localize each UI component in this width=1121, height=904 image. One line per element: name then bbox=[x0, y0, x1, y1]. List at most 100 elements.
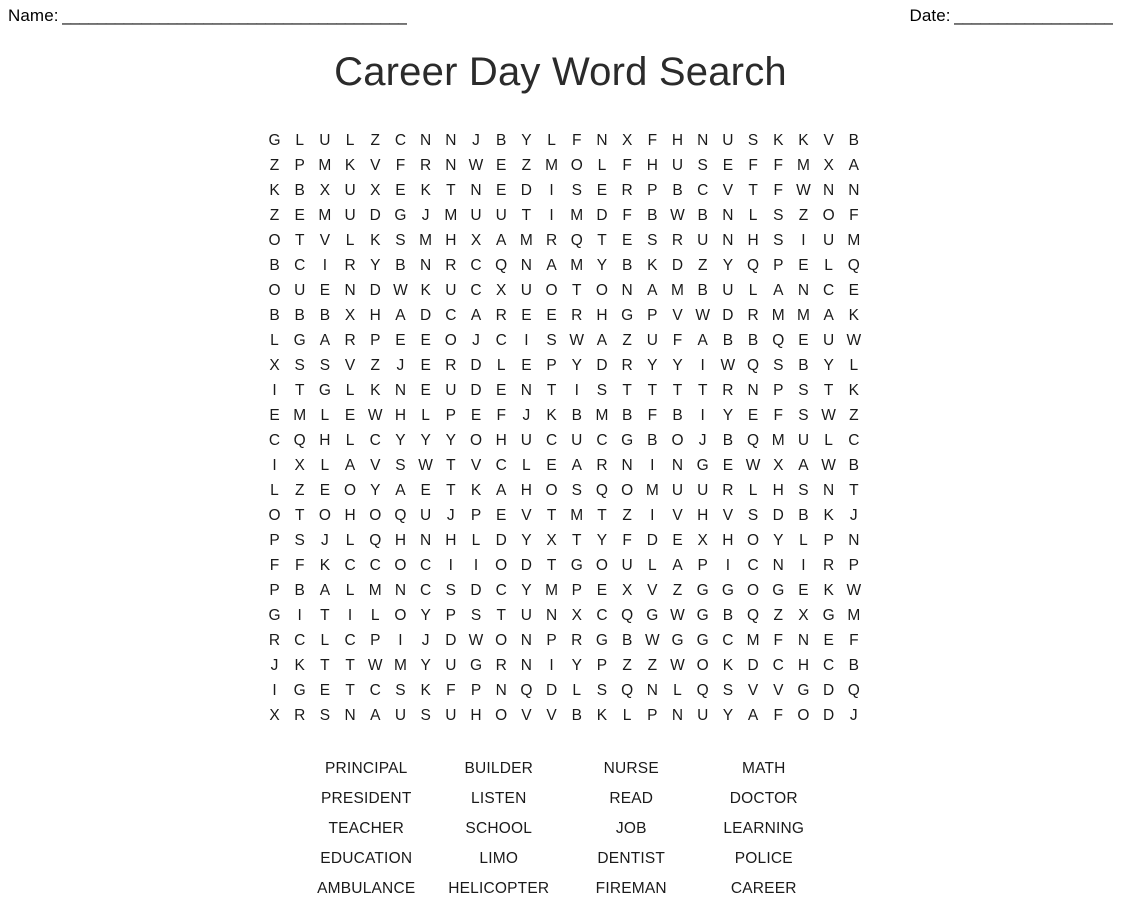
grid-cell[interactable]: O bbox=[262, 278, 287, 303]
grid-cell[interactable]: C bbox=[363, 678, 388, 703]
grid-cell[interactable]: X bbox=[262, 703, 287, 728]
grid-cell[interactable]: R bbox=[338, 253, 363, 278]
grid-cell[interactable]: R bbox=[715, 378, 740, 403]
grid-cell[interactable]: H bbox=[388, 403, 413, 428]
grid-cell[interactable]: W bbox=[388, 278, 413, 303]
grid-cell[interactable]: W bbox=[816, 403, 841, 428]
grid-cell[interactable]: H bbox=[388, 528, 413, 553]
grid-cell[interactable]: C bbox=[438, 303, 463, 328]
grid-cell[interactable]: D bbox=[464, 578, 489, 603]
grid-cell[interactable]: I bbox=[388, 628, 413, 653]
grid-cell[interactable]: E bbox=[413, 353, 438, 378]
grid-cell[interactable]: D bbox=[363, 203, 388, 228]
grid-cell[interactable]: R bbox=[615, 178, 640, 203]
grid-cell[interactable]: T bbox=[287, 228, 312, 253]
grid-cell[interactable]: T bbox=[816, 378, 841, 403]
grid-cell[interactable]: E bbox=[715, 453, 740, 478]
grid-cell[interactable]: O bbox=[665, 428, 690, 453]
grid-cell[interactable]: Y bbox=[514, 128, 539, 153]
grid-cell[interactable]: U bbox=[438, 653, 463, 678]
grid-cell[interactable]: D bbox=[514, 178, 539, 203]
grid-cell[interactable]: V bbox=[514, 703, 539, 728]
grid-cell[interactable]: U bbox=[438, 378, 463, 403]
grid-cell[interactable]: B bbox=[690, 278, 715, 303]
grid-cell[interactable]: S bbox=[766, 228, 791, 253]
grid-cell[interactable]: W bbox=[413, 453, 438, 478]
grid-cell[interactable]: N bbox=[791, 628, 816, 653]
grid-cell[interactable]: S bbox=[539, 328, 564, 353]
grid-cell[interactable]: S bbox=[438, 578, 463, 603]
grid-cell[interactable]: X bbox=[615, 128, 640, 153]
grid-cell[interactable]: U bbox=[312, 128, 337, 153]
grid-cell[interactable]: L bbox=[312, 453, 337, 478]
grid-cell[interactable]: I bbox=[312, 253, 337, 278]
grid-cell[interactable]: E bbox=[791, 328, 816, 353]
grid-cell[interactable]: C bbox=[766, 653, 791, 678]
grid-cell[interactable]: M bbox=[564, 503, 589, 528]
grid-cell[interactable]: J bbox=[388, 353, 413, 378]
grid-cell[interactable]: C bbox=[464, 253, 489, 278]
grid-cell[interactable]: Y bbox=[363, 253, 388, 278]
grid-cell[interactable]: S bbox=[589, 378, 614, 403]
grid-cell[interactable]: B bbox=[312, 303, 337, 328]
grid-cell[interactable]: Y bbox=[413, 653, 438, 678]
grid-cell[interactable]: M bbox=[438, 203, 463, 228]
grid-cell[interactable]: V bbox=[715, 178, 740, 203]
grid-cell[interactable]: U bbox=[615, 553, 640, 578]
grid-cell[interactable]: E bbox=[514, 353, 539, 378]
grid-cell[interactable]: Y bbox=[388, 428, 413, 453]
grid-cell[interactable]: L bbox=[514, 453, 539, 478]
grid-cell[interactable]: U bbox=[464, 203, 489, 228]
grid-cell[interactable]: I bbox=[564, 378, 589, 403]
grid-cell[interactable]: U bbox=[438, 278, 463, 303]
grid-cell[interactable]: Z bbox=[262, 153, 287, 178]
grid-cell[interactable]: O bbox=[690, 653, 715, 678]
grid-cell[interactable]: N bbox=[413, 528, 438, 553]
grid-cell[interactable]: L bbox=[338, 128, 363, 153]
grid-cell[interactable]: U bbox=[690, 478, 715, 503]
grid-cell[interactable]: G bbox=[287, 678, 312, 703]
grid-cell[interactable]: E bbox=[539, 303, 564, 328]
grid-cell[interactable]: W bbox=[816, 453, 841, 478]
grid-cell[interactable]: M bbox=[665, 278, 690, 303]
grid-cell[interactable]: G bbox=[262, 603, 287, 628]
grid-cell[interactable]: C bbox=[287, 628, 312, 653]
grid-cell[interactable]: O bbox=[363, 503, 388, 528]
grid-cell[interactable]: T bbox=[665, 378, 690, 403]
grid-cell[interactable]: G bbox=[589, 628, 614, 653]
grid-cell[interactable]: F bbox=[438, 678, 463, 703]
grid-cell[interactable]: F bbox=[741, 153, 766, 178]
grid-cell[interactable]: I bbox=[791, 553, 816, 578]
grid-cell[interactable]: I bbox=[539, 653, 564, 678]
grid-cell[interactable]: X bbox=[539, 528, 564, 553]
grid-cell[interactable]: U bbox=[715, 128, 740, 153]
grid-cell[interactable]: G bbox=[262, 128, 287, 153]
grid-cell[interactable]: K bbox=[589, 703, 614, 728]
grid-cell[interactable]: T bbox=[287, 378, 312, 403]
grid-cell[interactable]: T bbox=[438, 178, 463, 203]
grid-cell[interactable]: L bbox=[741, 203, 766, 228]
grid-cell[interactable]: O bbox=[564, 153, 589, 178]
grid-cell[interactable]: T bbox=[564, 528, 589, 553]
grid-cell[interactable]: L bbox=[489, 353, 514, 378]
grid-cell[interactable]: L bbox=[262, 328, 287, 353]
grid-cell[interactable]: E bbox=[312, 278, 337, 303]
word-search-grid[interactable]: GLULZCNNJBYLFNXFHNUSKKVBZPMKVFRNWEZMOLFH… bbox=[262, 128, 867, 728]
grid-cell[interactable]: B bbox=[262, 303, 287, 328]
grid-cell[interactable]: N bbox=[816, 178, 841, 203]
grid-cell[interactable]: W bbox=[464, 153, 489, 178]
grid-cell[interactable]: M bbox=[564, 253, 589, 278]
grid-cell[interactable]: J bbox=[262, 653, 287, 678]
grid-cell[interactable]: D bbox=[438, 628, 463, 653]
grid-cell[interactable]: R bbox=[589, 453, 614, 478]
grid-cell[interactable]: B bbox=[287, 303, 312, 328]
grid-cell[interactable]: N bbox=[438, 153, 463, 178]
grid-cell[interactable]: M bbox=[841, 603, 866, 628]
grid-cell[interactable]: K bbox=[338, 153, 363, 178]
grid-cell[interactable]: X bbox=[690, 528, 715, 553]
grid-cell[interactable]: X bbox=[312, 178, 337, 203]
grid-cell[interactable]: N bbox=[615, 453, 640, 478]
grid-cell[interactable]: Z bbox=[766, 603, 791, 628]
grid-cell[interactable]: I bbox=[262, 453, 287, 478]
grid-cell[interactable]: N bbox=[690, 128, 715, 153]
